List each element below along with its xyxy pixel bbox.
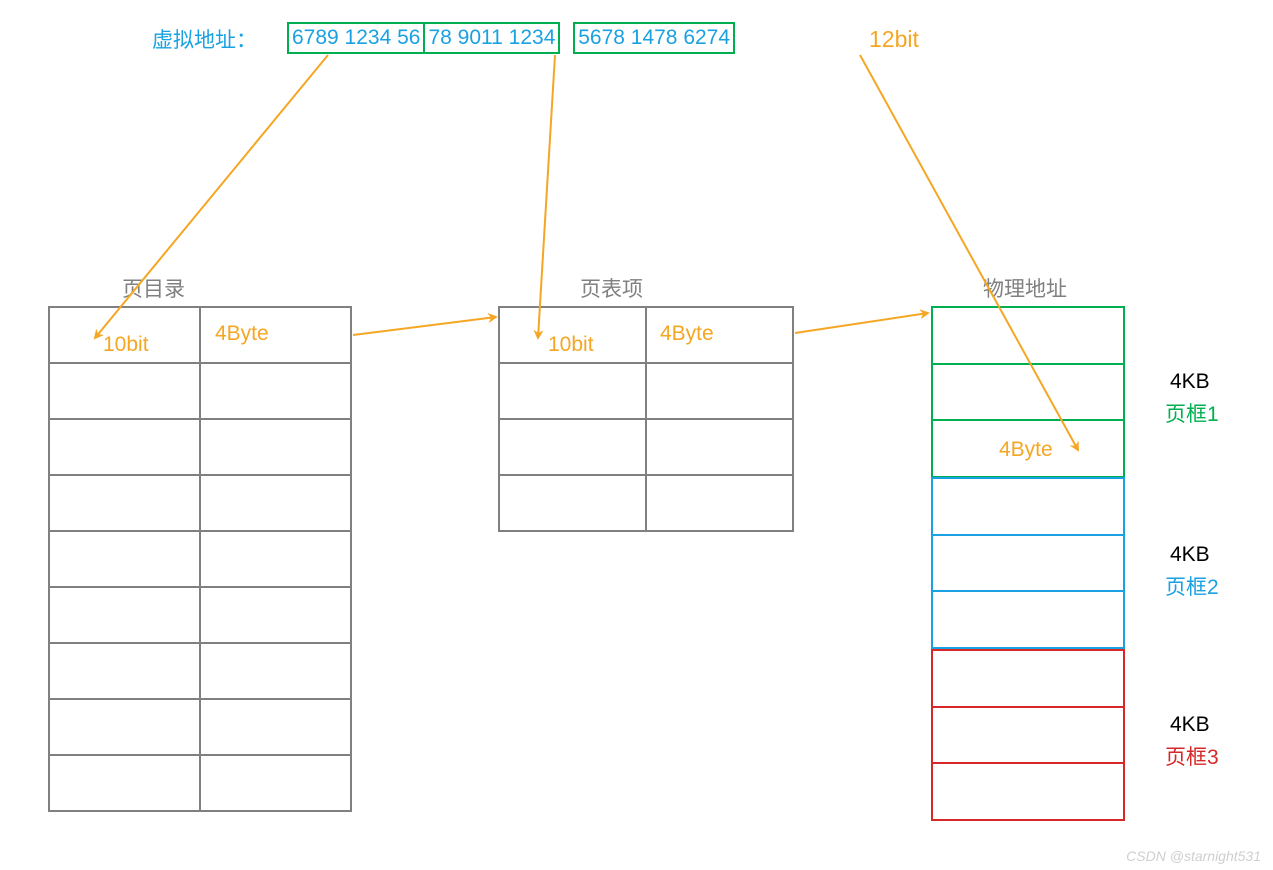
address-part-1: 6789 1234 56 (287, 22, 425, 54)
page-dir-cell-2: 4Byte (215, 322, 269, 346)
address-part-3: 5678 1478 6274 (573, 22, 735, 54)
page-entry-table (498, 306, 794, 532)
virtual-address-row: 虚拟地址： (152, 24, 257, 54)
frame-1-name: 页框1 (1165, 398, 1219, 428)
address-boxes: 6789 1234 5678 9011 1234 5678 1478 6274 (287, 22, 735, 54)
frame-2-name: 页框2 (1165, 571, 1219, 601)
frame-2 (931, 477, 1125, 649)
page-entry-cell-2: 4Byte (660, 322, 714, 346)
address-part-2: 78 9011 1234 (425, 22, 560, 54)
address-suffix-label: 12bit (869, 26, 919, 53)
page-dir-table (48, 306, 352, 812)
frame-1-size: 4KB (1170, 370, 1210, 394)
frame-3-name: 页框3 (1165, 741, 1219, 771)
page-dir-title: 页目录 (122, 273, 185, 303)
address-label: 虚拟地址： (152, 29, 257, 52)
watermark: CSDN @starnight531 (1126, 848, 1261, 864)
page-dir-cell-1: 10bit (103, 333, 149, 357)
page-entry-cell-1: 10bit (548, 333, 594, 357)
frame-2-size: 4KB (1170, 543, 1210, 567)
page-entry-title: 页表项 (580, 273, 643, 303)
phys-cell-label: 4Byte (999, 438, 1053, 462)
phys-title: 物理地址 (983, 273, 1067, 303)
frame-3 (931, 649, 1125, 821)
frame-3-size: 4KB (1170, 713, 1210, 737)
